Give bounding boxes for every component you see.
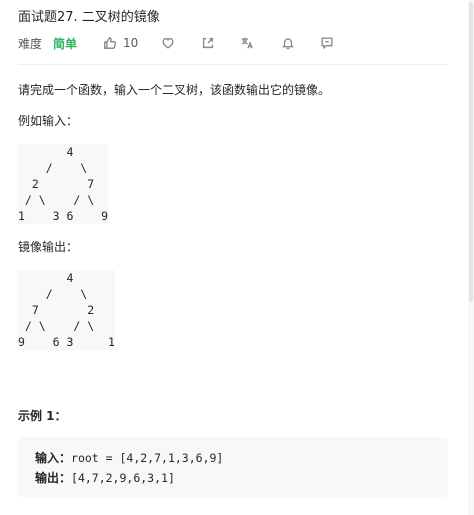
difficulty-badge: 简单 xyxy=(53,37,78,51)
example-output-label: 镜像输出： xyxy=(18,240,79,254)
example-output-key: 输出： xyxy=(35,471,72,485)
problem-description: 请完成一个函数，输入一个二叉树，该函数输出它的镜像。 xyxy=(18,83,331,97)
scrollbar-track[interactable] xyxy=(468,0,474,515)
output-tree-diagram: 4 / \ 7 2 / \ / \ 9 6 3 1 xyxy=(18,270,115,350)
thumbs-up-icon xyxy=(104,37,117,49)
input-tree-diagram: 4 / \ 2 7 / \ / \ 1 3 6 9 xyxy=(18,144,109,224)
example-input-line: 输入：root = [4,2,7,1,3,6,9] xyxy=(35,449,223,466)
share-icon xyxy=(202,37,214,49)
heart-icon xyxy=(162,37,174,49)
translate-button[interactable] xyxy=(240,34,254,52)
comment-icon xyxy=(321,37,333,50)
share-button[interactable] xyxy=(201,34,215,52)
example-output-value: [4,7,2,9,6,3,1] xyxy=(71,471,175,485)
difficulty-label: 难度 xyxy=(18,37,43,51)
example-input-label: 例如输入： xyxy=(18,114,79,128)
favorite-button[interactable] xyxy=(161,34,175,52)
scrollbar-thumb[interactable] xyxy=(469,2,473,302)
example-output-line: 输出：[4,7,2,9,6,3,1] xyxy=(35,469,175,486)
translate-icon xyxy=(241,37,253,49)
example-input-value: root = [4,2,7,1,3,6,9] xyxy=(71,451,224,465)
problem-title: 面试题27. 二叉树的镜像 xyxy=(18,10,160,25)
feedback-button[interactable] xyxy=(320,34,334,52)
like-button[interactable]: 10 xyxy=(103,34,138,52)
example-code-block: 输入：root = [4,2,7,1,3,6,9] 输出：[4,7,2,9,6,… xyxy=(18,437,448,497)
example-title: 示例 1： xyxy=(18,409,67,423)
example-input-key: 输入： xyxy=(35,451,72,465)
notify-button[interactable] xyxy=(281,34,295,52)
bell-icon xyxy=(282,38,294,50)
problem-meta-bar: 难度 简单 10 xyxy=(18,34,438,52)
header-divider xyxy=(18,64,448,65)
like-count: 10 xyxy=(123,36,139,50)
